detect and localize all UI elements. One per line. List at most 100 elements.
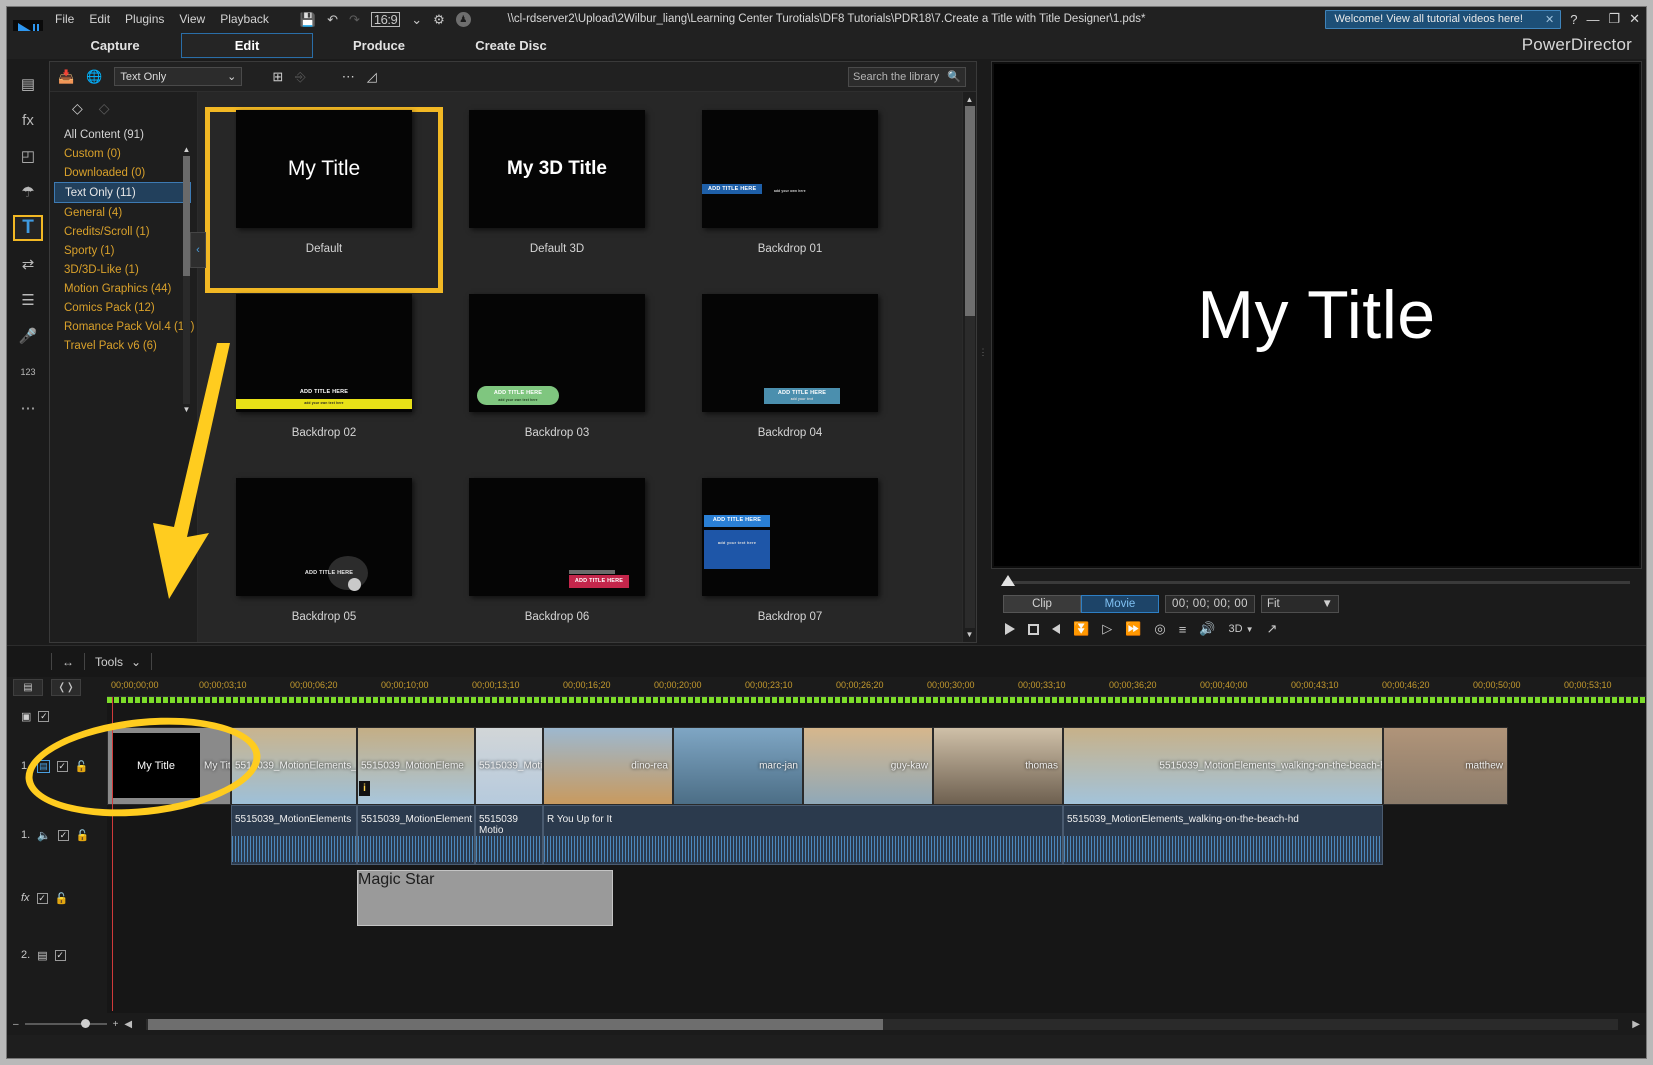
undo-icon[interactable]: ↶ — [327, 13, 338, 26]
timeline-horizontal-scrollbar[interactable] — [146, 1018, 1619, 1030]
timeline-clip-video[interactable]: dino-rea — [543, 727, 673, 805]
sidebar-item-downloaded[interactable]: Downloaded (0) — [50, 163, 197, 182]
master-track-icon[interactable]: ▣ — [21, 710, 31, 723]
menu-item-edit[interactable]: Edit — [89, 12, 110, 26]
sort-icon[interactable]: ⋯ — [342, 69, 355, 85]
timeline-audio-clip[interactable]: 5515039_MotionElement — [357, 805, 475, 865]
template-card-default-3d[interactable]: My 3D Title Default 3D — [441, 110, 673, 290]
menu-item-plugins[interactable]: Plugins — [125, 12, 164, 26]
scroll-down-icon[interactable]: ▼ — [182, 406, 191, 414]
fit-timeline-icon[interactable]: ↔ — [62, 655, 74, 669]
welcome-banner[interactable]: Welcome! View all tutorial videos here! … — [1325, 9, 1562, 29]
timeline-clip-video[interactable]: 5515039_MotionElements_walking-on-the-be… — [1063, 727, 1383, 805]
collapse-panel-button[interactable]: ‹ — [190, 232, 206, 268]
menu-item-file[interactable]: File — [55, 12, 74, 26]
new-title-icon[interactable]: ⊞ — [272, 69, 283, 85]
timeline-clip-video[interactable]: 5515039_Motio — [475, 727, 543, 805]
upload-cloud-icon[interactable]: 🌐 — [86, 69, 102, 85]
timeline-audio-clip[interactable]: 5515039_MotionElements_walking-on-the-be… — [1063, 805, 1383, 865]
sidebar-item-3d-like[interactable]: 3D/3D-Like (1) — [50, 260, 197, 279]
help-button[interactable]: ? — [1570, 12, 1577, 27]
template-card-backdrop-02[interactable]: ADD TITLE HERE add your own text here Ba… — [208, 294, 440, 474]
timeline-clip-video[interactable]: matthew — [1383, 727, 1508, 805]
sidebar-item-media-room[interactable]: ▤ — [13, 71, 43, 97]
scroll-up-icon[interactable]: ▲ — [966, 95, 974, 104]
save-icon[interactable]: 💾 — [300, 13, 316, 26]
sidebar-item-travel-pack[interactable]: Travel Pack v6 (6) — [50, 336, 197, 355]
3d-config-button[interactable]: 3D ▼ — [1229, 623, 1254, 635]
detach-preview-button[interactable]: ↗ — [1266, 621, 1277, 637]
preview-movie-toggle[interactable]: Movie — [1081, 595, 1159, 613]
category-scrollbar[interactable]: ▲ ▼ — [182, 146, 191, 416]
zoom-out-button[interactable]: – — [13, 1019, 19, 1030]
clip-info-badge[interactable]: i — [359, 781, 370, 796]
zoom-slider[interactable] — [24, 1019, 107, 1028]
timeline-audio-clip[interactable]: 5515039 Motio — [475, 805, 543, 865]
timeline-clip-video[interactable]: marc-jan — [673, 727, 803, 805]
fx-track-body[interactable]: Magic Star — [107, 867, 1646, 929]
template-card-backdrop-07[interactable]: ADD TITLE HERE add your text here Backdr… — [674, 478, 906, 642]
remove-tag-icon[interactable]: ◇ — [99, 100, 110, 117]
template-card-backdrop-04[interactable]: ADD TITLE HERE add your text Backdrop 04 — [674, 294, 906, 474]
step-backward-button[interactable]: ⏬ — [1073, 621, 1089, 637]
search-icon[interactable]: 🔍 — [947, 70, 961, 83]
close-icon[interactable]: ✕ — [1545, 13, 1554, 26]
preview-clip-toggle[interactable]: Clip — [1003, 595, 1081, 613]
scroll-up-icon[interactable]: ▲ — [182, 146, 191, 154]
sidebar-item-transition-room[interactable]: ⇄ — [13, 251, 43, 277]
playhead[interactable] — [112, 697, 113, 1011]
sidebar-item-subtitle-room[interactable]: ⋯ — [13, 395, 43, 421]
mode-edit[interactable]: Edit — [181, 32, 313, 58]
timeline-clip-video[interactable]: 5515039_MotionEleme — [357, 727, 475, 805]
sidebar-item-audio-mixing-room[interactable]: ☰ — [13, 287, 43, 313]
template-card-backdrop-06[interactable]: ADD TITLE HERE Backdrop 06 — [441, 478, 673, 642]
timeline-clip-video[interactable]: 5515039_MotionElements_ — [231, 727, 357, 805]
mode-capture[interactable]: Capture — [49, 34, 181, 57]
notification-bell-icon[interactable]: ♟ — [455, 11, 471, 27]
mode-produce[interactable]: Produce — [313, 34, 445, 57]
sidebar-item-pip-objects-room[interactable]: ◰ — [13, 143, 43, 169]
menu-item-view[interactable]: View — [179, 12, 205, 26]
step-forward-button[interactable]: ▷ — [1102, 621, 1112, 637]
restore-button[interactable]: ❐ — [1608, 11, 1620, 27]
video-track-icon[interactable]: ▤ — [37, 759, 50, 773]
mode-create-disc[interactable]: Create Disc — [445, 34, 577, 57]
sidebar-item-text-only[interactable]: Text Only (11) — [54, 182, 191, 203]
timeline-clip-video[interactable]: thomas — [933, 727, 1063, 805]
sidebar-item-custom[interactable]: Custom (0) — [50, 144, 197, 163]
sidebar-item-motion-graphics[interactable]: Motion Graphics (44) — [50, 279, 197, 298]
timeline-ruler[interactable]: 00;00;00;00 00;00;03;10 00;00;06;20 00;0… — [107, 677, 1646, 697]
fx-track-icon[interactable]: fx — [21, 892, 30, 904]
template-card-backdrop-03[interactable]: ADD TITLE HERE add your own text here Ba… — [441, 294, 673, 474]
scroll-left-icon[interactable]: ◀ — [124, 1019, 132, 1030]
lock-icon[interactable]: 🔓 — [75, 760, 89, 773]
track-visibility-checkbox[interactable]: ✓ — [56, 760, 68, 772]
timeline-clip-video[interactable]: guy-kaw — [803, 727, 933, 805]
redo-icon[interactable]: ↷ — [349, 13, 360, 26]
track-visibility-checkbox[interactable]: ✓ — [54, 949, 66, 961]
sidebar-item-credits-scroll[interactable]: Credits/Scroll (1) — [50, 222, 197, 241]
chevron-down-icon[interactable]: ⌄ — [411, 13, 422, 26]
scroll-down-icon[interactable]: ▼ — [966, 630, 974, 639]
sidebar-item-voice-over-room[interactable]: 🎤 — [13, 323, 43, 349]
modify-title-icon[interactable]: ⎆ — [295, 69, 305, 85]
play-button[interactable] — [1005, 623, 1015, 635]
timeline-audio-clip[interactable]: 5515039_MotionElements — [231, 805, 357, 865]
close-button[interactable]: ✕ — [1629, 11, 1640, 27]
settings-gear-icon[interactable]: ⚙ — [433, 13, 445, 26]
volume-button[interactable]: 🔊 — [1199, 621, 1215, 637]
library-filter-select[interactable]: Text Only ⌄ — [114, 67, 243, 86]
preview-scrubber[interactable] — [991, 571, 1642, 593]
fast-forward-button[interactable]: ⏩ — [1125, 621, 1141, 637]
track-mute-checkbox[interactable]: ✓ — [57, 829, 69, 841]
import-media-icon[interactable]: 📥 — [58, 69, 74, 85]
menu-item-playback[interactable]: Playback — [220, 12, 269, 26]
video-track-icon[interactable]: ▤ — [37, 949, 47, 962]
panel-splitter[interactable]: ⋮ — [977, 59, 989, 645]
sidebar-item-effect-room[interactable]: fx — [13, 107, 43, 133]
sidebar-item-romance-pack[interactable]: Romance Pack Vol.4 (12) — [50, 317, 197, 336]
preview-stage[interactable]: My Title — [991, 61, 1642, 569]
template-card-backdrop-01[interactable]: ADD TITLE HERE add your own here Backdro… — [674, 110, 906, 290]
video-track-1-body[interactable]: My Title My Title 5515039_MotionElements… — [107, 727, 1646, 805]
template-card-backdrop-05[interactable]: ADD TITLE HERE Backdrop 05 — [208, 478, 440, 642]
